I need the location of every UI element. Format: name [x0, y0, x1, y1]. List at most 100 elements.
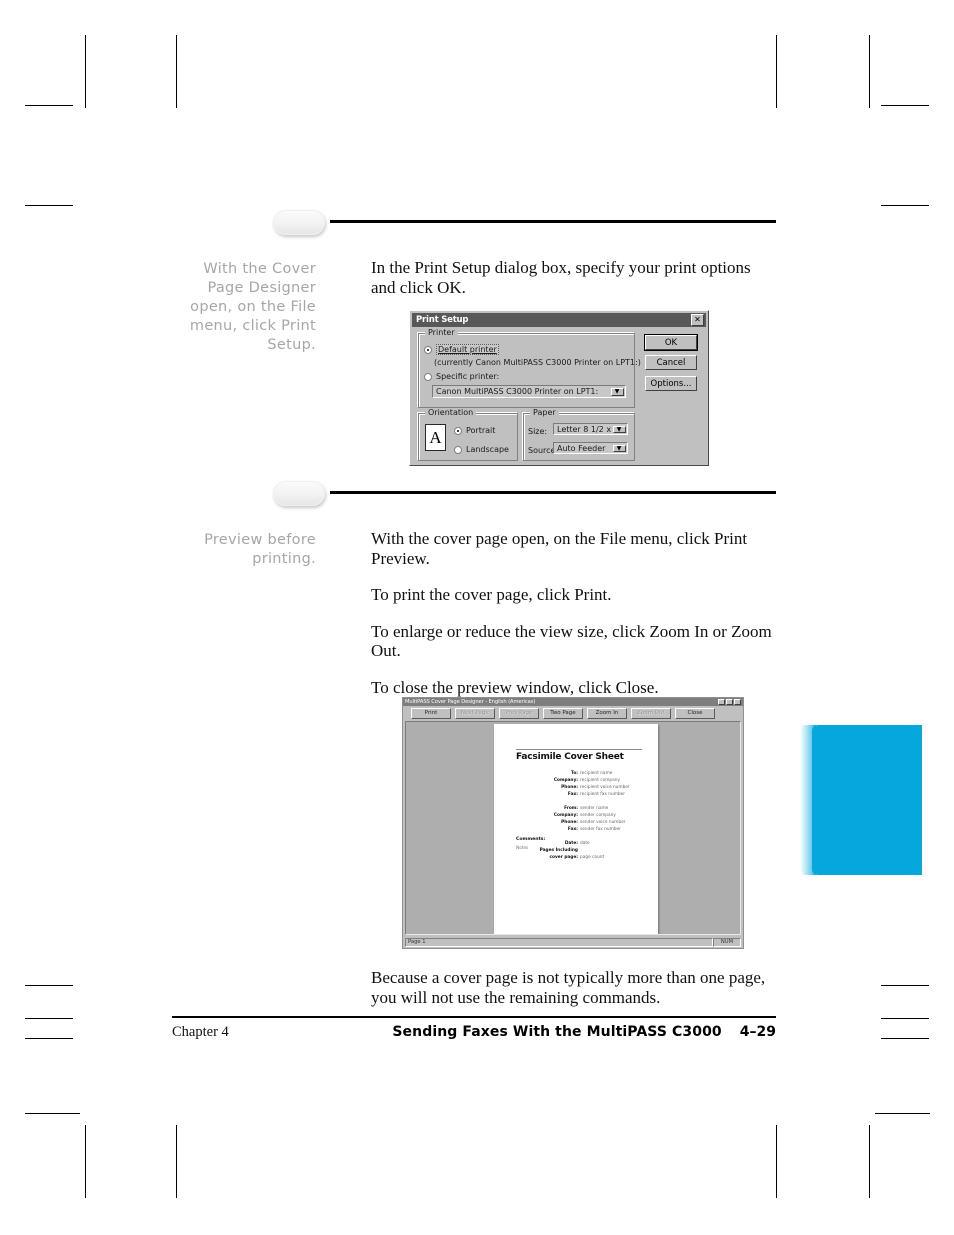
- chevron-down-icon[interactable]: ▼: [610, 387, 624, 396]
- field-value: sender name: [580, 806, 609, 811]
- field-label: Company:: [553, 778, 578, 783]
- field-value: recipient voice number: [580, 785, 630, 790]
- comments-value: Notes: [516, 846, 529, 851]
- field-value: recipient company: [580, 778, 621, 783]
- portrait-radio[interactable]: Portrait: [454, 426, 495, 435]
- paragraph: With the cover page open, on the File me…: [371, 529, 748, 568]
- paragraph: In the Print Setup dialog box, specify y…: [371, 258, 751, 297]
- radio-dot-icon: [454, 426, 462, 435]
- print-preview-title: MultiPASS Cover Page Designer - English …: [405, 699, 536, 705]
- paragraph: To enlarge or reduce the view size, clic…: [371, 621, 772, 661]
- specific-printer-value: Canon MultiPASS C3000 Printer on LPT1:: [436, 387, 599, 396]
- field-label: Phone:: [561, 820, 578, 825]
- field-row: Phone: recipient voice number: [504, 784, 654, 791]
- next-page-button[interactable]: Next Page: [455, 707, 495, 719]
- two-page-button[interactable]: Two Page: [543, 707, 583, 719]
- print-preview-statusbar: Page 1 NUM: [405, 937, 741, 947]
- default-printer-label: Default printer: [436, 344, 499, 355]
- paper-source-combo[interactable]: Auto Feeder ▼: [553, 442, 628, 454]
- paper-size-label: Size:: [528, 427, 548, 436]
- printer-groupbox-label: Printer: [425, 328, 458, 337]
- field-value: sender fax number: [580, 827, 621, 832]
- field-value: sender voice number: [580, 820, 626, 825]
- section-divider-rule-2: [330, 491, 776, 494]
- print-setup-titlebar: Print Setup ✕: [412, 313, 706, 327]
- close-button[interactable]: Close: [675, 707, 715, 719]
- section-divider-rule-1: [330, 220, 776, 223]
- specific-printer-radio[interactable]: Specific printer:: [424, 372, 499, 381]
- field-label: Company:: [553, 813, 578, 818]
- maximize-icon[interactable]: [726, 699, 733, 705]
- margin-note-2: Preview before printing.: [204, 532, 316, 567]
- cover-sheet-title: Facsimile Cover Sheet: [516, 752, 624, 762]
- field-row: From: sender name: [504, 805, 654, 812]
- radio-dot-icon: [454, 445, 462, 454]
- field-label: cover page:: [549, 855, 578, 860]
- field-label: Phone:: [561, 785, 578, 790]
- specific-printer-label: Specific printer:: [436, 372, 500, 381]
- print-button[interactable]: Print: [411, 707, 451, 719]
- field-value: recipient name: [580, 771, 613, 776]
- zoom-in-button[interactable]: Zoom In: [587, 707, 627, 719]
- chevron-down-icon[interactable]: ▼: [612, 425, 626, 433]
- cover-sheet-rule: [516, 749, 642, 750]
- page-footer: Chapter 4 Sending Faxes With the MultiPA…: [172, 1024, 776, 1044]
- ok-button[interactable]: OK: [645, 335, 697, 350]
- close-icon[interactable]: [734, 699, 741, 705]
- radio-dot-icon: [424, 372, 432, 381]
- field-row: To: recipient name: [504, 770, 654, 777]
- field-row: cover page: page count: [504, 854, 654, 861]
- orientation-preview-icon: A: [425, 424, 446, 451]
- chevron-down-icon[interactable]: ▼: [612, 444, 626, 452]
- paper-source-value: Auto Feeder: [557, 443, 606, 453]
- field-label: To:: [570, 771, 578, 776]
- closing-paragraph: Because a cover page is not typically mo…: [371, 968, 766, 1007]
- print-preview-canvas: Facsimile Cover Sheet To: recipient name…: [405, 721, 741, 935]
- paper-size-combo[interactable]: Letter 8 1/2 x 11 in ▼: [553, 423, 628, 435]
- footer-rule: [172, 1016, 776, 1018]
- footer-right-group: Sending Faxes With the MultiPASS C3000 4…: [392, 1024, 776, 1040]
- print-setup-dialog[interactable]: Print Setup ✕ Printer Default printer (c…: [409, 310, 709, 466]
- paragraph: To print the cover page, click Print.: [371, 585, 612, 604]
- specific-printer-combo[interactable]: Canon MultiPASS C3000 Printer on LPT1: ▼: [432, 385, 626, 398]
- field-spacer: [504, 798, 654, 805]
- margin-note-1: With the Cover Page Designer open, on th…: [189, 261, 316, 353]
- landscape-radio[interactable]: Landscape: [454, 445, 509, 454]
- print-preview-window[interactable]: MultiPASS Cover Page Designer - English …: [402, 697, 744, 949]
- orientation-groupbox-label: Orientation: [425, 408, 477, 417]
- paper-size-value: Letter 8 1/2 x 11 in: [557, 424, 613, 434]
- zoom-out-button[interactable]: Zoom Out: [631, 707, 671, 719]
- default-printer-detail: (currently Canon MultiPASS C3000 Printer…: [434, 358, 641, 367]
- field-label: Fax:: [567, 792, 578, 797]
- cancel-button[interactable]: Cancel: [645, 355, 697, 370]
- portrait-label: Portrait: [466, 426, 496, 435]
- field-row: Fax: sender fax number: [504, 826, 654, 833]
- footer-page-number: 4–29: [739, 1024, 776, 1040]
- page-indicator: Page 1: [405, 937, 713, 947]
- body-column-1: In the Print Setup dialog box, specify y…: [371, 258, 775, 314]
- paragraph: To close the preview window, click Close…: [371, 677, 659, 697]
- num-lock-indicator: NUM: [713, 937, 741, 947]
- field-row: Company: sender company: [504, 812, 654, 819]
- section-divider-pill-1: [273, 210, 325, 235]
- landscape-label: Landscape: [466, 445, 509, 454]
- print-preview-toolbar[interactable]: Print Next Page Prev Page Two Page Zoom …: [403, 706, 743, 720]
- body-column-2: With the cover page open, on the File me…: [371, 529, 775, 714]
- prev-page-button[interactable]: Prev Page: [499, 707, 539, 719]
- chapter-thumb-tab-extension: [900, 725, 922, 788]
- field-row: Phone: sender voice number: [504, 819, 654, 826]
- default-printer-radio[interactable]: Default printer: [424, 344, 499, 355]
- footer-title: Sending Faxes With the MultiPASS C3000: [392, 1024, 722, 1040]
- options-button[interactable]: Options...: [645, 376, 697, 391]
- footer-chapter: Chapter 4: [172, 1024, 229, 1040]
- minimize-icon[interactable]: [718, 699, 725, 705]
- window-controls[interactable]: [718, 699, 743, 705]
- field-row: Fax: recipient fax number: [504, 791, 654, 798]
- field-value: date: [580, 841, 590, 846]
- preview-page-sheet: Facsimile Cover Sheet To: recipient name…: [494, 724, 658, 934]
- field-row: Company: recipient company: [504, 777, 654, 784]
- close-icon[interactable]: ✕: [691, 314, 704, 326]
- paper-groupbox-label: Paper: [530, 408, 559, 417]
- field-value: page count: [580, 855, 605, 860]
- print-setup-title: Print Setup: [416, 315, 469, 325]
